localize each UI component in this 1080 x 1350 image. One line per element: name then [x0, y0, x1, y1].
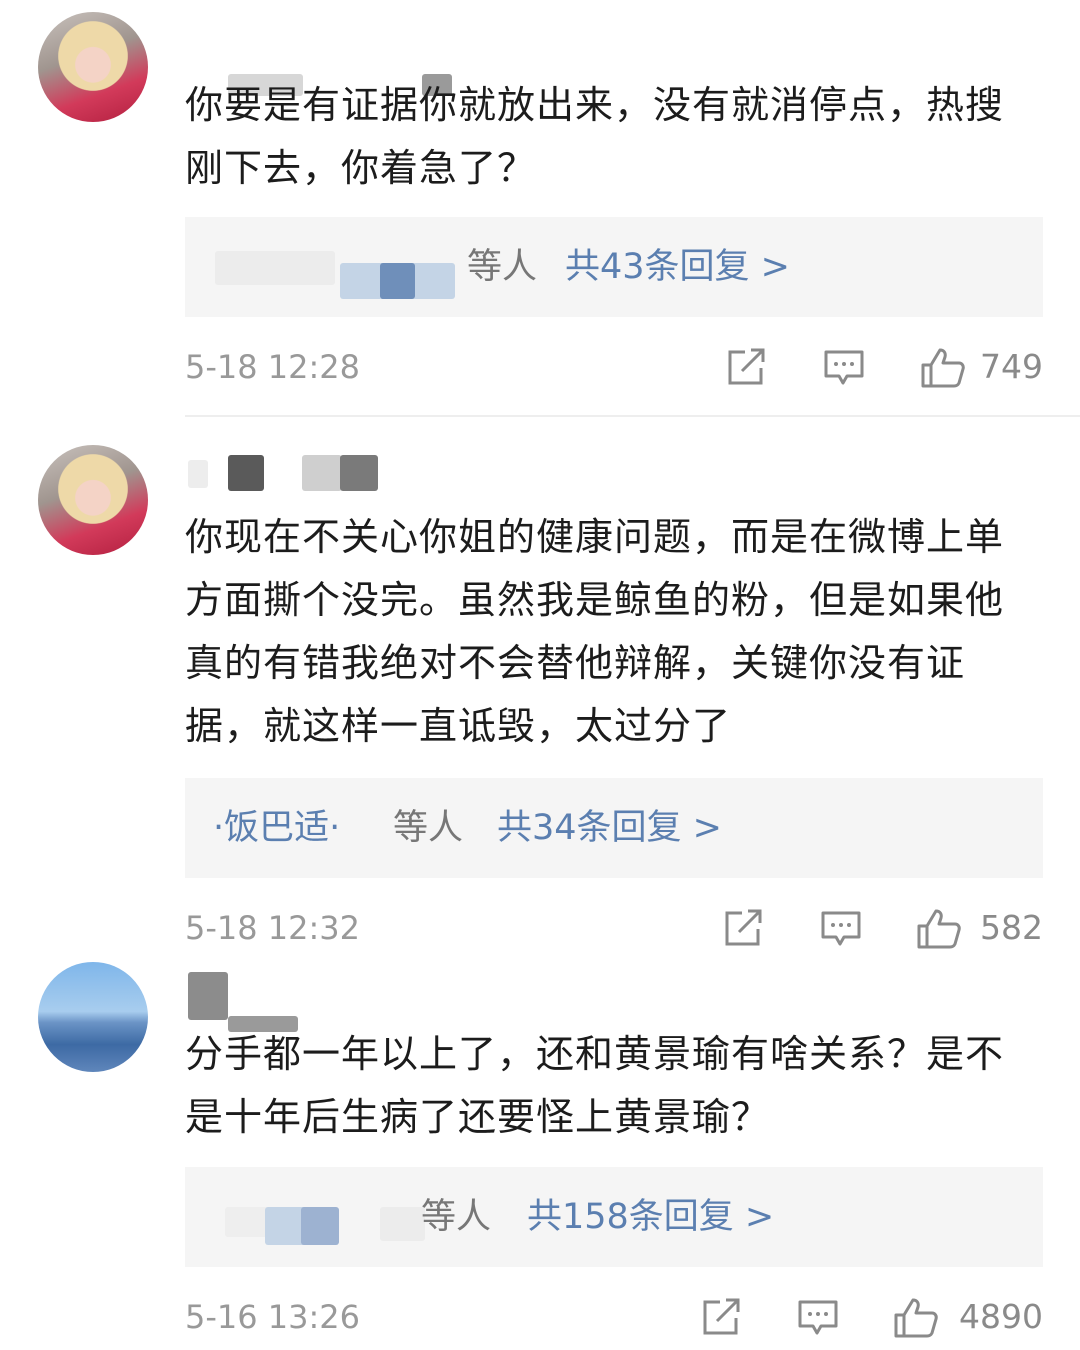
comment-text: 你现在不关心你姐的健康问题，而是在微博上单方面撕个没完。虽然我是鲸鱼的粉，但是如… [185, 515, 1005, 748]
reply-count-link[interactable]: 共34条回复 > [497, 804, 722, 852]
reply-usernames[interactable]: ·饭巴适· [213, 804, 340, 852]
reply-summary[interactable]: 等人 共43条回复 > [185, 217, 1043, 317]
comment-icon[interactable] [797, 1297, 839, 1337]
reply-suffix: 等人 [421, 1197, 492, 1237]
timestamp: 5-18 12:32 [185, 909, 361, 947]
reply-count-link[interactable]: 共158条回复 > [527, 1193, 774, 1241]
blurred-username [301, 1207, 339, 1245]
blurred-username [340, 455, 378, 491]
blurred-username [215, 251, 335, 285]
timestamp: 5-16 13:26 [185, 1298, 361, 1336]
comment-icon[interactable] [823, 347, 865, 387]
blurred-username [380, 1207, 425, 1241]
thumbs-up-icon[interactable] [920, 347, 966, 389]
blurred-username [188, 460, 208, 488]
avatar[interactable] [38, 445, 148, 555]
comment-icon[interactable] [820, 908, 862, 948]
thumbs-up-icon[interactable] [893, 1297, 939, 1339]
timestamp: 5-18 12:28 [185, 348, 361, 386]
like-count: 749 [980, 347, 1043, 386]
reply-suffix: 等人 [393, 808, 464, 848]
avatar[interactable] [38, 962, 148, 1072]
divider [185, 415, 1080, 417]
comment-text: 你要是有证据你就放出来，没有就消停点，热搜刚下去，你着急了？ [185, 83, 1005, 190]
reply-suffix: 等人 [467, 247, 538, 287]
thumbs-up-icon[interactable] [916, 908, 962, 950]
blurred-username [228, 455, 264, 491]
reply-summary[interactable]: 等人 共158条回复 > [185, 1167, 1043, 1267]
share-icon[interactable] [700, 1297, 742, 1337]
comment-text: 分手都一年以上了，还和黄景瑜有啥关系？是不是十年后生病了还要怪上黄景瑜？ [185, 1032, 1005, 1139]
like-count: 582 [980, 908, 1043, 947]
share-icon[interactable] [725, 347, 767, 387]
reply-summary[interactable]: ·饭巴适· 等人 共34条回复 > [185, 778, 1043, 878]
blurred-username [188, 972, 228, 1020]
comment-meta: 5-18 12:28 749 [185, 345, 1043, 389]
blurred-username [302, 455, 342, 491]
share-icon[interactable] [722, 908, 764, 948]
comment-meta: 5-18 12:32 582 [185, 906, 1043, 950]
blurred-username [380, 263, 415, 299]
avatar[interactable] [38, 12, 148, 122]
reply-count-link[interactable]: 共43条回复 > [565, 243, 790, 291]
like-count: 4890 [959, 1297, 1043, 1336]
comment-meta: 5-16 13:26 4890 [185, 1295, 1043, 1339]
